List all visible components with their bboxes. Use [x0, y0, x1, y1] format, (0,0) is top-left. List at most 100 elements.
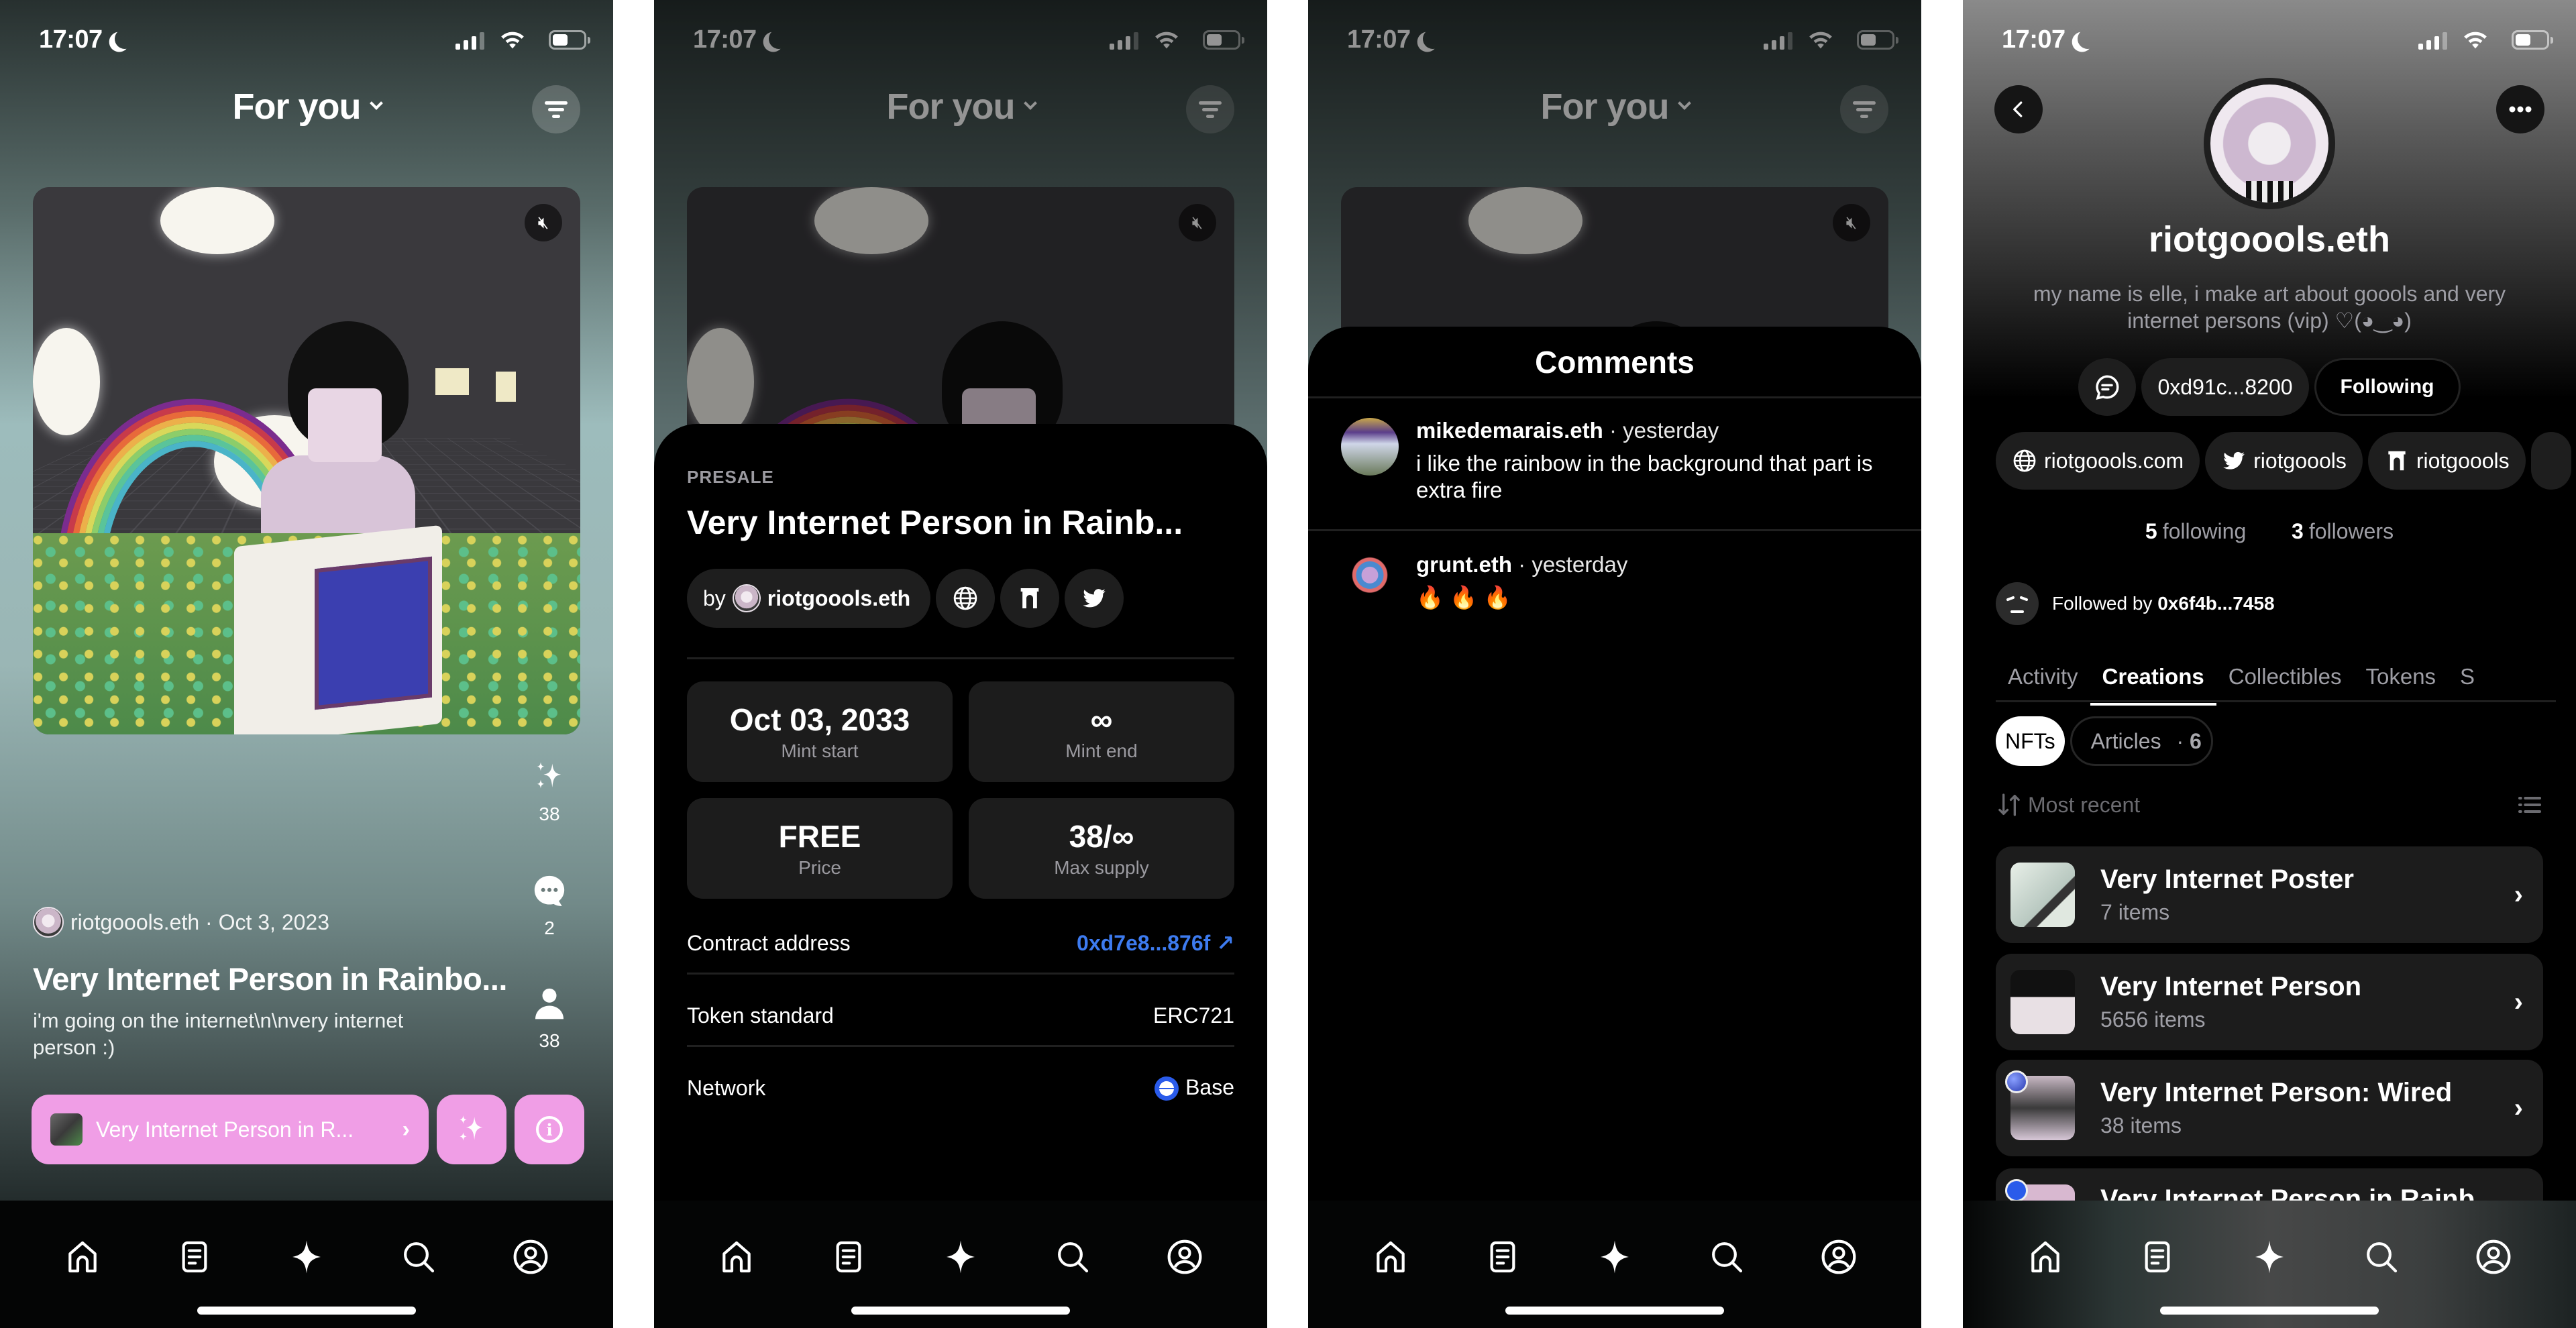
- bottom-nav: [1308, 1201, 1921, 1328]
- battery-icon: [549, 30, 590, 50]
- collection-item[interactable]: Very Internet Person: Wired 38 items ›: [1996, 1060, 2543, 1156]
- nav-mint[interactable]: [1593, 1235, 1636, 1278]
- twitter-link[interactable]: riotgoools: [2205, 432, 2363, 490]
- nav-home[interactable]: [61, 1235, 104, 1278]
- profile-icon: [1820, 1238, 1858, 1276]
- more-links-chip[interactable]: [2530, 432, 2571, 490]
- creation-type-filter: NFTs Articles · 6: [1996, 716, 2213, 766]
- nav-home[interactable]: [1369, 1235, 1412, 1278]
- info-button[interactable]: i: [515, 1095, 584, 1164]
- nav-search[interactable]: [397, 1235, 440, 1278]
- mint-button[interactable]: [437, 1095, 506, 1164]
- collection-thumbnail: [2010, 863, 2075, 927]
- sort-button[interactable]: Most recent: [1996, 791, 2140, 818]
- filter-articles[interactable]: Articles · 6: [2070, 716, 2213, 766]
- wifi-icon: [499, 28, 526, 50]
- tab-activity[interactable]: Activity: [1996, 664, 2090, 706]
- creator-chip[interactable]: by riotgoools.eth: [687, 569, 931, 628]
- chat-icon: [2093, 373, 2121, 401]
- nav-home[interactable]: [2024, 1235, 2067, 1278]
- filter-button[interactable]: [532, 85, 580, 133]
- profile-links: riotgoools.com riotgoools riotgoools: [1996, 432, 2576, 490]
- signal-icon: [455, 32, 484, 50]
- feed-selector[interactable]: For you: [0, 86, 613, 127]
- tab-collectibles[interactable]: Collectibles: [2216, 664, 2354, 706]
- bottom-nav: [0, 1201, 613, 1328]
- nav-articles[interactable]: [1481, 1235, 1524, 1278]
- more-button[interactable]: [2496, 85, 2544, 133]
- nav-search[interactable]: [1051, 1235, 1094, 1278]
- collection-thumbnail: [50, 1113, 83, 1146]
- nav-mint[interactable]: [2248, 1235, 2291, 1278]
- stat-mint-end: ∞ Mint end: [969, 681, 1234, 782]
- followers-count-link[interactable]: 3 followers: [2292, 519, 2394, 543]
- tab-creations[interactable]: Creations: [2090, 664, 2216, 706]
- post-author[interactable]: riotgoools.eth · Oct 3, 2023: [33, 907, 329, 938]
- nav-mint[interactable]: [285, 1235, 328, 1278]
- home-icon: [718, 1238, 755, 1276]
- art-figure-face: [308, 388, 382, 462]
- comment-author[interactable]: grunt.eth: [1416, 552, 1512, 577]
- home-indicator: [197, 1307, 416, 1315]
- avatar: [732, 584, 761, 612]
- nav-articles[interactable]: [2136, 1235, 2179, 1278]
- nav-search[interactable]: [2360, 1235, 2403, 1278]
- filter-nfts[interactable]: NFTs: [1996, 716, 2065, 766]
- search-icon: [1054, 1238, 1091, 1276]
- address-chip[interactable]: 0xd91c...8200: [2141, 358, 2309, 416]
- foundation-link[interactable]: riotgoools: [2367, 432, 2526, 490]
- comment-author[interactable]: mikedemarais.eth: [1416, 418, 1603, 443]
- nav-profile[interactable]: [1163, 1235, 1206, 1278]
- tab-tokens[interactable]: Tokens: [2353, 664, 2448, 706]
- nav-articles[interactable]: [173, 1235, 216, 1278]
- back-button[interactable]: [1994, 85, 2043, 133]
- nav-home[interactable]: [715, 1235, 758, 1278]
- document-icon: [176, 1238, 213, 1276]
- comment-item[interactable]: mikedemarais.eth · yesterday i like the …: [1341, 418, 1894, 504]
- document-icon: [830, 1238, 867, 1276]
- comment-count: 2: [544, 918, 555, 938]
- nav-search[interactable]: [1705, 1235, 1748, 1278]
- message-button[interactable]: [2078, 358, 2137, 416]
- art-butterfly: [435, 368, 469, 395]
- sheet-title: Very Internet Person in Rainb...: [687, 504, 1183, 541]
- status-bar: 17:07: [1963, 20, 2576, 58]
- sort-bar: Most recent: [1996, 791, 2543, 818]
- sparkle-icon: [2251, 1238, 2288, 1276]
- collection-item[interactable]: Very Internet Person 5656 items ›: [1996, 954, 2543, 1050]
- twitter-link[interactable]: [1065, 569, 1124, 628]
- mute-button[interactable]: 🔇︎: [525, 204, 562, 241]
- collection-item[interactable]: Very Internet Poster 7 items ›: [1996, 846, 2543, 943]
- website-link[interactable]: riotgoools.com: [1996, 432, 2200, 490]
- foundation-icon: [2384, 448, 2410, 474]
- website-link[interactable]: [936, 569, 996, 628]
- collector-count: 38: [539, 1030, 560, 1051]
- foundation-link[interactable]: [1000, 569, 1060, 628]
- profile-screen: 17:07 riotgoools.eth my name is elle, i …: [1963, 0, 2576, 1328]
- mint-count: 38: [539, 804, 560, 824]
- collectors-action[interactable]: 38: [526, 982, 573, 1052]
- profile-avatar: [2204, 78, 2335, 209]
- contract-address-link[interactable]: 0xd7e8...876f ↗: [1077, 930, 1234, 956]
- post-actions: Very Internet Person in R... › i: [32, 1095, 584, 1164]
- nft-artwork[interactable]: 🔇︎: [33, 187, 580, 734]
- avatar: [33, 907, 64, 938]
- nav-profile[interactable]: [509, 1235, 552, 1278]
- tab-more[interactable]: S: [2448, 664, 2487, 706]
- comment-item[interactable]: grunt.eth · yesterday 🔥 🔥 🔥: [1341, 552, 1894, 611]
- collection-thumbnail: [2010, 970, 2075, 1034]
- following-button[interactable]: Following: [2314, 358, 2461, 416]
- list-view-icon[interactable]: [2516, 791, 2543, 818]
- post-title[interactable]: Very Internet Person in Rainbo...: [33, 960, 507, 997]
- following-count-link[interactable]: 5 following: [2145, 519, 2246, 543]
- nav-profile[interactable]: [2472, 1235, 2515, 1278]
- sort-icon: [1996, 791, 2023, 818]
- nav-articles[interactable]: [827, 1235, 870, 1278]
- bottom-nav: [654, 1201, 1267, 1328]
- collection-button[interactable]: Very Internet Person in R... ›: [32, 1095, 429, 1164]
- mint-action[interactable]: 38: [526, 755, 573, 825]
- comments-action[interactable]: 2: [526, 869, 573, 939]
- nav-profile[interactable]: [1817, 1235, 1860, 1278]
- followed-by[interactable]: Followed by 0x6f4b...7458: [1996, 582, 2275, 625]
- nav-mint[interactable]: [939, 1235, 982, 1278]
